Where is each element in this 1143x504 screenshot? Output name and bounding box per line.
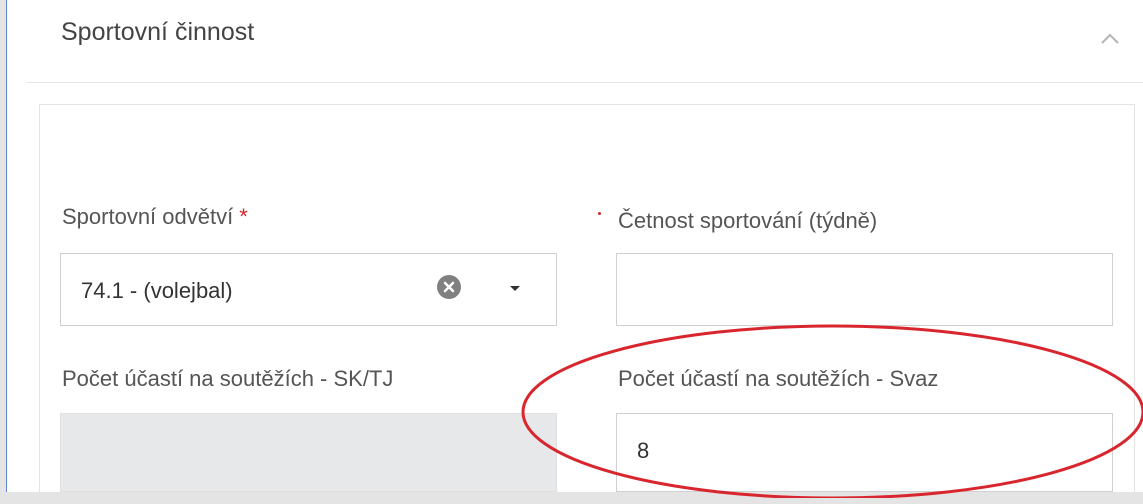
sport-branch-value: 74.1 - (volejbal)	[81, 278, 233, 303]
clear-circle-icon[interactable]	[437, 275, 461, 299]
required-asterisk: *	[239, 204, 248, 229]
competitions-club-label: Počet účastí na soutěžích - SK/TJ	[62, 366, 394, 391]
required-dot	[598, 212, 601, 215]
frequency-input[interactable]	[616, 253, 1113, 326]
sport-branch-select[interactable]: 74.1 - (volejbal)	[60, 253, 557, 326]
frequency-label: Četnost sportování (týdně)	[618, 208, 878, 233]
panel-header[interactable]: Sportovní činnost	[27, 0, 1143, 83]
sport-branch-label: Sportovní odvětví *	[62, 204, 248, 229]
competitions-federation-label: Počet účastí na soutěžích - Svaz	[618, 366, 939, 391]
chevron-up-icon[interactable]	[1095, 24, 1125, 54]
caret-down-icon[interactable]	[505, 278, 525, 298]
competitions-federation-input[interactable]: 8	[616, 413, 1113, 492]
competitions-club-input	[60, 413, 557, 492]
panel-title: Sportovní činnost	[61, 18, 255, 46]
competitions-federation-value: 8	[637, 438, 650, 463]
sport-activity-panel: Sportovní činnost Sportovní odvětví * 74.…	[6, 0, 1143, 504]
